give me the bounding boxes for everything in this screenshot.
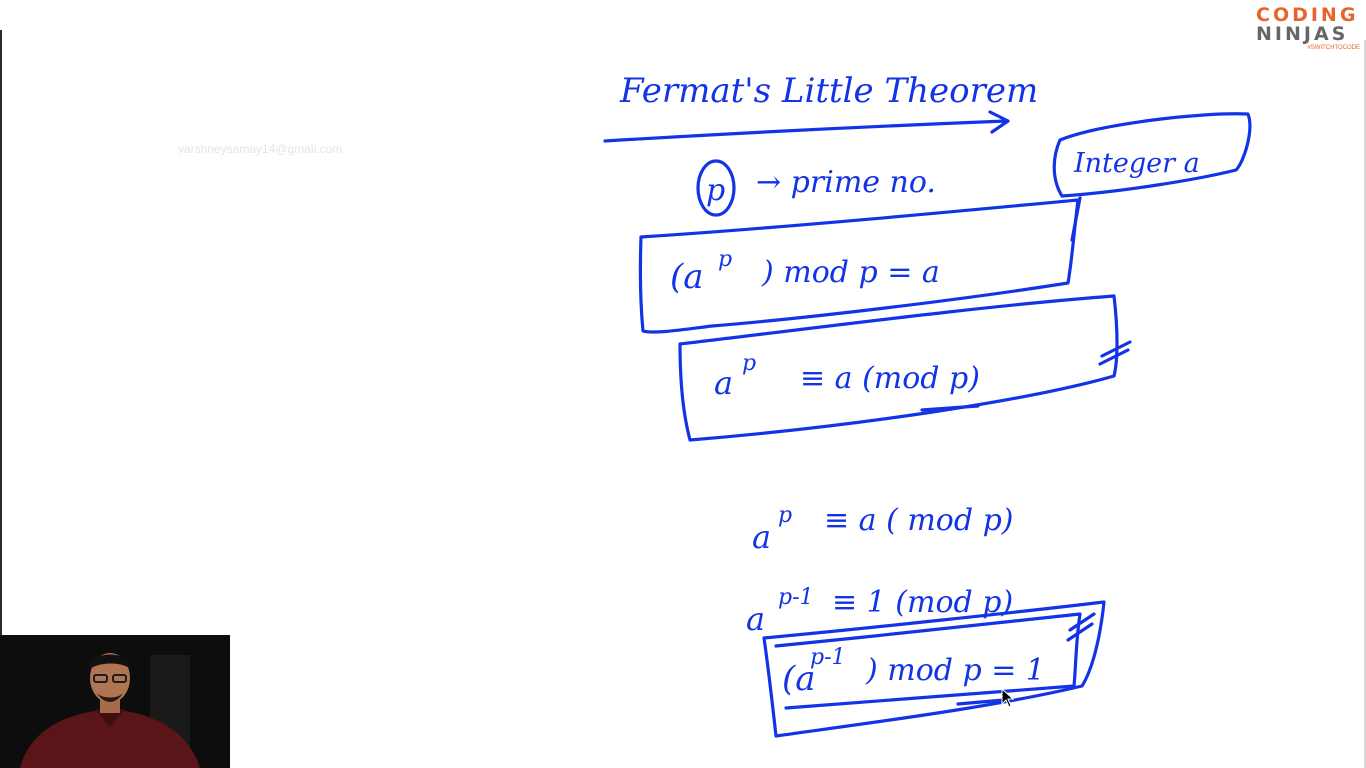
equation-4-exponent: p-1 xyxy=(778,585,814,610)
prime-description: → prime no. xyxy=(756,165,936,200)
equation-2-exponent: p xyxy=(742,351,756,376)
equation-3-exponent: p xyxy=(778,503,792,528)
equation-5-rest: ) mod p = 1 xyxy=(865,653,1045,688)
presenter-video-icon xyxy=(0,635,230,768)
equation-3-base: a xyxy=(752,518,771,556)
equation-2-base: a xyxy=(714,364,733,402)
video-frame: varshneysamay14@gmail.com CODING NINJAS … xyxy=(0,0,1366,768)
theorem-title: Fermat's Little Theorem xyxy=(619,71,1038,111)
equation-3-rest: ≡ a ( mod p) xyxy=(824,503,1014,538)
presenter-webcam xyxy=(0,635,230,768)
prime-symbol: p xyxy=(706,173,725,208)
equation-5-exponent: p-1 xyxy=(810,645,846,670)
equation-1-exponent: p xyxy=(718,247,732,272)
title-underline-arrow xyxy=(603,110,1010,143)
equation-2-rest: ≡ a (mod p) xyxy=(800,361,980,396)
equation-2-underline xyxy=(920,404,980,412)
mouse-pointer-icon xyxy=(1001,687,1015,708)
equation-4-base: a xyxy=(746,600,765,638)
equation-1-base: (a xyxy=(670,257,704,297)
integer-label: Integer a xyxy=(1073,148,1200,179)
equation-1-rest: ) mod p = a xyxy=(761,255,940,290)
